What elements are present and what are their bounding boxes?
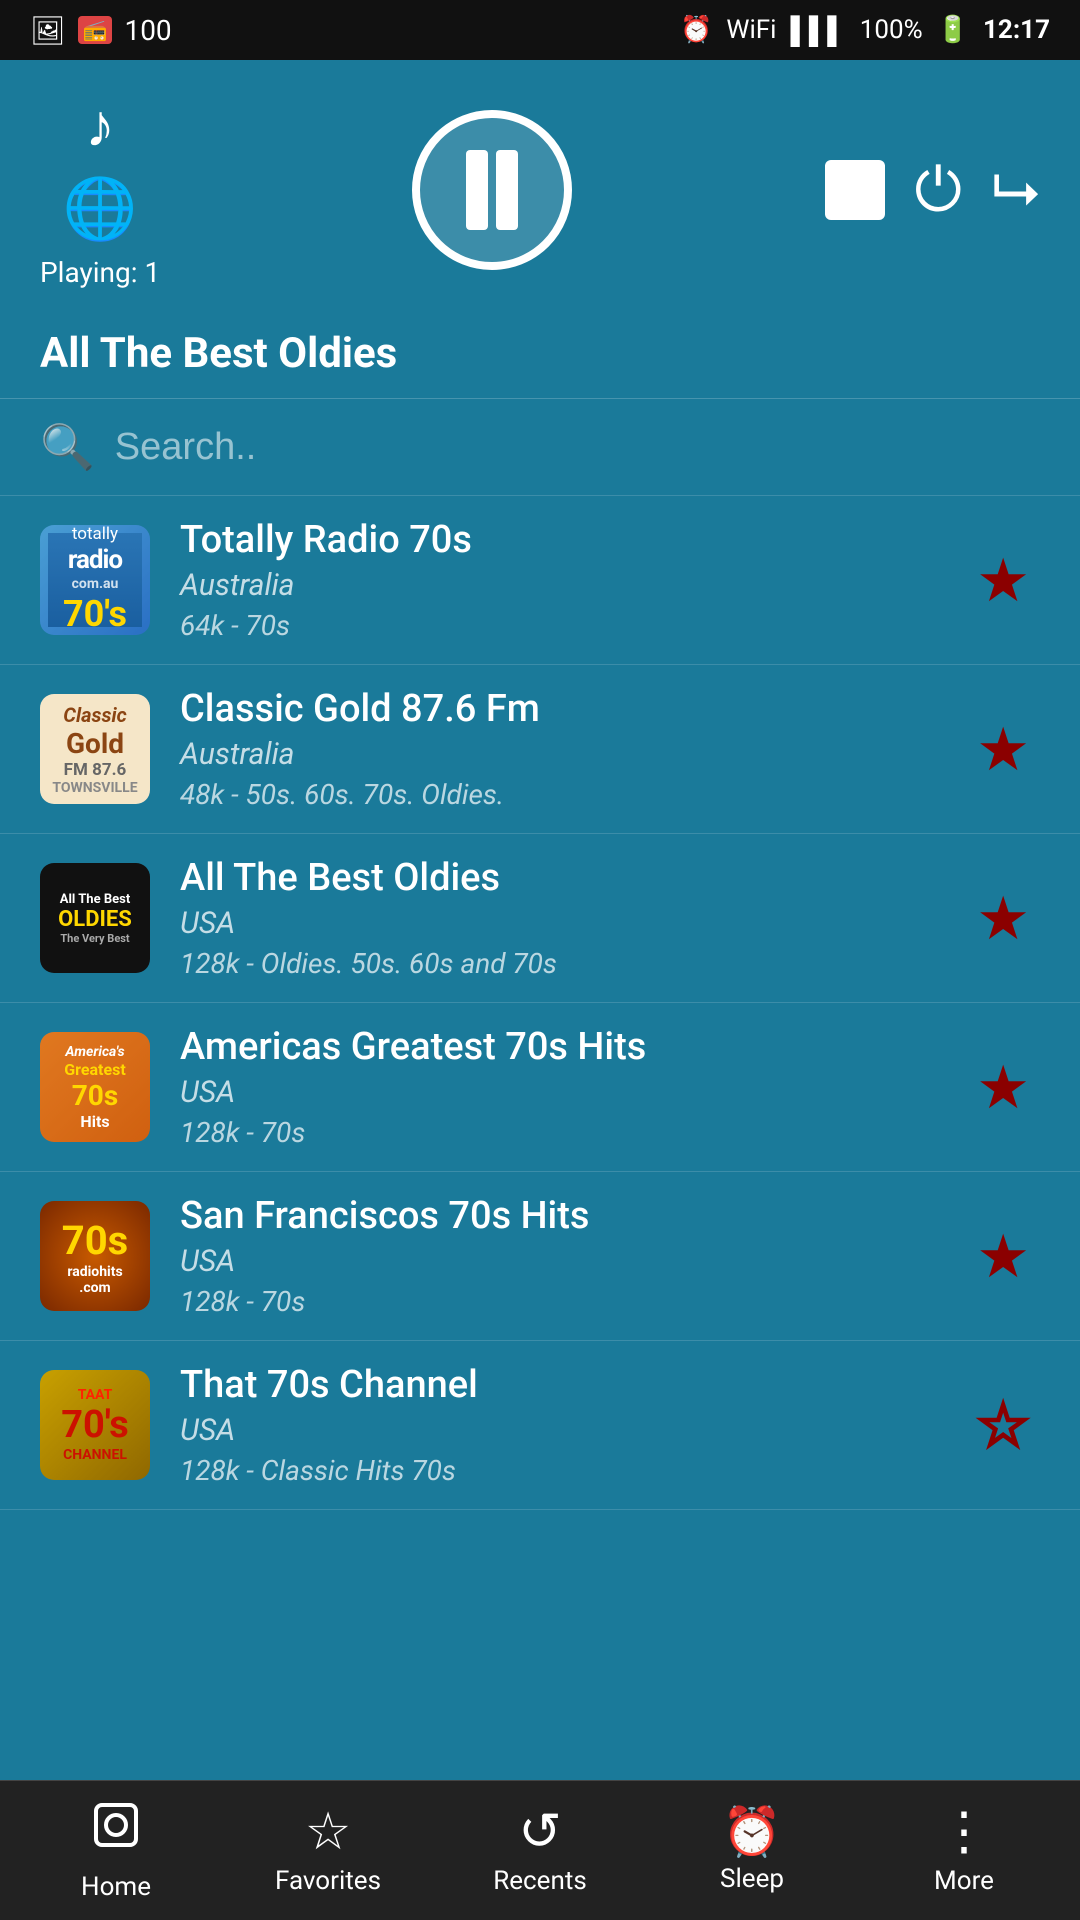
station-logo-2: Classic Gold FM 87.6 TOWNSVILLE bbox=[40, 694, 150, 804]
list-item[interactable]: America's Greatest 70s Hits Americas Gre… bbox=[0, 1003, 1080, 1172]
status-left: 🖼 📻 100 bbox=[30, 14, 172, 47]
wifi-icon: WiFi bbox=[726, 15, 776, 45]
station-info-3: All The Best Oldies USA 128k - Oldies. 5… bbox=[180, 856, 966, 980]
station-country-1: Australia bbox=[180, 568, 966, 603]
station-country-5: USA bbox=[180, 1244, 966, 1279]
favorite-star-2[interactable]: ★ bbox=[966, 704, 1040, 795]
pause-button[interactable] bbox=[412, 110, 572, 270]
search-bar: 🔍 bbox=[0, 399, 1080, 496]
list-item[interactable]: TAAT 70's CHANNEL That 70s Channel USA 1… bbox=[0, 1341, 1080, 1510]
bottom-nav: Home ☆ Favorites ↺ Recents ⏰ Sleep ⋮ Mor… bbox=[0, 1780, 1080, 1920]
station-info-6: That 70s Channel USA 128k - Classic Hits… bbox=[180, 1363, 966, 1487]
player-header: ♪ 🌐 Playing: 1 ⏻ ⮡ bbox=[0, 60, 1080, 309]
nav-favorites-label: Favorites bbox=[275, 1866, 381, 1896]
station-meta-2: 48k - 50s. 60s. 70s. Oldies. bbox=[180, 778, 966, 811]
sleep-icon: ⏰ bbox=[722, 1808, 782, 1856]
list-item[interactable]: 70s radiohits .com San Franciscos 70s Hi… bbox=[0, 1172, 1080, 1341]
station-name-3: All The Best Oldies bbox=[180, 856, 966, 900]
status-bar: 🖼 📻 100 ⏰ WiFi ▌▌▌ 100% 🔋 12:17 bbox=[0, 0, 1080, 60]
station-name-6: That 70s Channel bbox=[180, 1363, 966, 1407]
battery-icon: 🔋 bbox=[937, 15, 969, 45]
favorite-star-3[interactable]: ★ bbox=[966, 873, 1040, 964]
search-icon: 🔍 bbox=[40, 421, 95, 473]
globe-icon[interactable]: 🌐 bbox=[63, 173, 138, 244]
station-meta-5: 128k - 70s bbox=[180, 1285, 966, 1318]
status-count: 100 bbox=[124, 14, 171, 47]
station-logo-4: America's Greatest 70s Hits bbox=[40, 1032, 150, 1142]
favorite-star-5[interactable]: ★ bbox=[966, 1211, 1040, 1302]
favorite-star-1[interactable]: ★ bbox=[966, 535, 1040, 626]
station-country-4: USA bbox=[180, 1075, 966, 1110]
station-meta-6: 128k - Classic Hits 70s bbox=[180, 1454, 966, 1487]
station-info-5: San Franciscos 70s Hits USA 128k - 70s bbox=[180, 1194, 966, 1318]
status-right: ⏰ WiFi ▌▌▌ 100% 🔋 12:17 bbox=[680, 15, 1050, 46]
station-logo-5: 70s radiohits .com bbox=[40, 1201, 150, 1311]
share-icon[interactable]: ⮡ bbox=[992, 154, 1040, 225]
station-country-3: USA bbox=[180, 906, 966, 941]
station-info-4: Americas Greatest 70s Hits USA 128k - 70… bbox=[180, 1025, 966, 1149]
favorites-icon: ☆ bbox=[305, 1806, 352, 1858]
nav-more-label: More bbox=[934, 1866, 994, 1896]
clock: 12:17 bbox=[983, 15, 1050, 45]
nav-recents[interactable]: ↺ Recents bbox=[434, 1806, 646, 1896]
music-icon[interactable]: ♪ bbox=[85, 90, 115, 161]
home-icon bbox=[90, 1799, 142, 1864]
nav-more[interactable]: ⋮ More bbox=[858, 1806, 1070, 1896]
player-controls-left: ♪ 🌐 Playing: 1 bbox=[40, 90, 160, 289]
alarm-icon: ⏰ bbox=[680, 15, 712, 45]
station-logo-3: All The Best OLDIES The Very Best bbox=[40, 863, 150, 973]
nav-sleep-label: Sleep bbox=[720, 1864, 784, 1894]
radio-icon: 📻 bbox=[78, 16, 113, 44]
now-playing-title: All The Best Oldies bbox=[40, 329, 1040, 378]
player-controls-right: ⏻ ⮡ bbox=[825, 154, 1040, 225]
station-name-2: Classic Gold 87.6 Fm bbox=[180, 687, 966, 731]
recents-icon: ↺ bbox=[518, 1806, 562, 1858]
playing-label: Playing: 1 bbox=[40, 256, 160, 289]
station-logo-6: TAAT 70's CHANNEL bbox=[40, 1370, 150, 1480]
search-input[interactable] bbox=[115, 426, 1040, 469]
pause-icon bbox=[466, 150, 518, 230]
station-logo-1: totally radio com.au 70's bbox=[40, 525, 150, 635]
more-icon: ⋮ bbox=[938, 1806, 990, 1858]
nav-recents-label: Recents bbox=[493, 1866, 587, 1896]
power-icon[interactable]: ⏻ bbox=[915, 154, 962, 225]
battery-percent: 100% bbox=[860, 15, 923, 45]
nav-sleep[interactable]: ⏰ Sleep bbox=[646, 1808, 858, 1894]
nav-home-label: Home bbox=[81, 1872, 151, 1902]
list-item[interactable]: Classic Gold FM 87.6 TOWNSVILLE Classic … bbox=[0, 665, 1080, 834]
station-name-4: Americas Greatest 70s Hits bbox=[180, 1025, 966, 1069]
station-meta-3: 128k - Oldies. 50s. 60s and 70s bbox=[180, 947, 966, 980]
list-item[interactable]: All The Best OLDIES The Very Best All Th… bbox=[0, 834, 1080, 1003]
now-playing-section: All The Best Oldies bbox=[0, 309, 1080, 399]
nav-home[interactable]: Home bbox=[10, 1799, 222, 1902]
station-meta-4: 128k - 70s bbox=[180, 1116, 966, 1149]
station-meta-1: 64k - 70s bbox=[180, 609, 966, 642]
content-area: ♪ 🌐 Playing: 1 ⏻ ⮡ All The Best Oldies 🔍 bbox=[0, 60, 1080, 1780]
nav-favorites[interactable]: ☆ Favorites bbox=[222, 1806, 434, 1896]
station-name-1: Totally Radio 70s bbox=[180, 518, 966, 562]
list-item[interactable]: totally radio com.au 70's Totally Radio … bbox=[0, 496, 1080, 665]
station-country-6: USA bbox=[180, 1413, 966, 1448]
station-list: totally radio com.au 70's Totally Radio … bbox=[0, 496, 1080, 1510]
favorite-star-4[interactable]: ★ bbox=[966, 1042, 1040, 1133]
station-country-2: Australia bbox=[180, 737, 966, 772]
signal-icon: ▌▌▌ bbox=[790, 15, 845, 46]
station-info-1: Totally Radio 70s Australia 64k - 70s bbox=[180, 518, 966, 642]
photo-icon: 🖼 bbox=[30, 14, 66, 47]
favorite-star-6[interactable]: ☆ bbox=[966, 1380, 1040, 1471]
station-info-2: Classic Gold 87.6 Fm Australia 48k - 50s… bbox=[180, 687, 966, 811]
stop-button[interactable] bbox=[825, 160, 885, 220]
station-name-5: San Franciscos 70s Hits bbox=[180, 1194, 966, 1238]
